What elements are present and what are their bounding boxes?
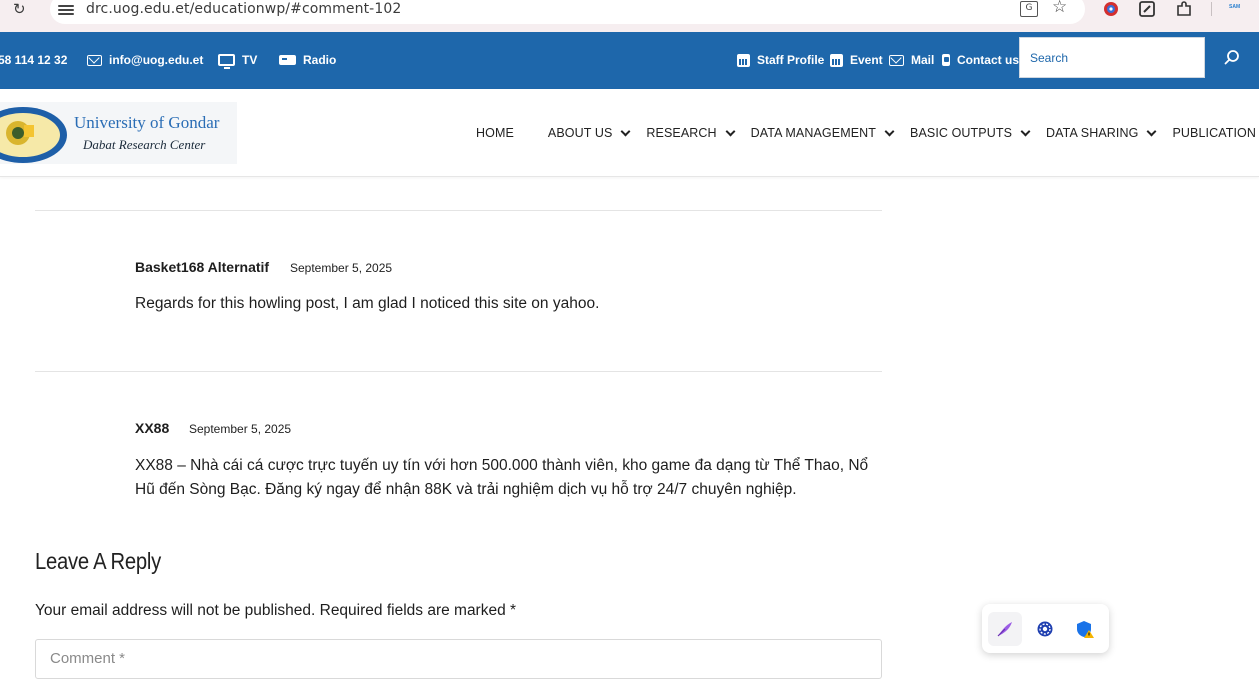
extension-bug-icon[interactable] [1102, 0, 1120, 18]
radio-label: Radio [303, 53, 337, 67]
radio-icon [279, 55, 296, 65]
comment-textarea[interactable] [36, 640, 881, 678]
extension-edit-icon[interactable] [1138, 0, 1156, 18]
comment-author[interactable]: XX88 [135, 420, 169, 436]
address-bar[interactable]: drc.uog.edu.et/educationwp/#comment-102 … [50, 0, 1085, 24]
staff-profile-link[interactable]: Staff Profile [737, 53, 824, 67]
comment-field[interactable] [35, 639, 882, 679]
nav-label: HOME [476, 126, 514, 140]
comment-date[interactable]: September 5, 2025 [189, 422, 291, 436]
top-info-bar: 58 114 12 32 info@uog.edu.et TV Radio St… [0, 32, 1259, 89]
chevron-down-icon [725, 126, 736, 136]
envelope-icon [889, 54, 904, 66]
main-navigation: HOME ABOUT US RESEARCH DATA MANAGEMENT B… [476, 126, 1259, 140]
reply-heading: Leave A Reply [35, 548, 161, 574]
nav-label: DATA MANAGEMENT [750, 126, 877, 140]
nav-label: ABOUT US [547, 126, 613, 140]
search-field[interactable] [1019, 37, 1205, 78]
nav-label: RESEARCH [646, 126, 717, 140]
extensions-puzzle-icon[interactable] [1175, 0, 1193, 18]
calendar-icon [830, 53, 843, 67]
staff-profile-label: Staff Profile [757, 53, 825, 67]
university-seal-icon [0, 107, 67, 163]
chevron-down-icon [884, 126, 895, 136]
comment-author[interactable]: Basket168 Alternatif [135, 259, 269, 275]
site-settings-icon[interactable] [58, 3, 74, 17]
phone-link[interactable]: 58 114 12 32 [0, 53, 67, 67]
search-input[interactable] [1020, 38, 1204, 77]
contact-label: Contact us [956, 53, 1019, 67]
nav-label: DATA SHARING [1046, 126, 1139, 140]
phone-number: 58 114 12 32 [0, 53, 68, 67]
calendar-icon [737, 53, 750, 67]
mail-label: Mail [911, 53, 935, 67]
chevron-down-icon [1147, 126, 1157, 136]
floating-toolbar [982, 604, 1109, 653]
reply-required-note: Your email address will not be published… [35, 602, 517, 619]
tv-label: TV [242, 53, 258, 67]
nav-item-research[interactable]: RESEARCH [646, 126, 736, 140]
mail-link[interactable]: Mail [889, 53, 934, 67]
nav-item-publication[interactable]: PUBLICATION [1172, 126, 1259, 140]
nav-label: BASIC OUTPUTS [910, 126, 1013, 140]
url-text[interactable]: drc.uog.edu.et/educationwp/#comment-102 [86, 1, 401, 17]
envelope-icon [87, 54, 102, 66]
translate-icon[interactable]: G [1020, 1, 1038, 17]
event-label: Event [850, 53, 883, 67]
nav-item-data-sharing[interactable]: DATA SHARING [1046, 126, 1157, 140]
search-icon [1224, 49, 1239, 64]
site-header: University of Gondar Dabat Research Cent… [0, 89, 1259, 177]
logo-subtitle: Dabat Research Center [83, 137, 206, 152]
nav-item-about[interactable]: ABOUT US [547, 126, 631, 140]
quill-button[interactable] [988, 612, 1022, 646]
bookmark-star-icon[interactable]: ☆ [1052, 0, 1067, 17]
toolbar-divider [1211, 2, 1212, 16]
settings-badge-icon [1037, 621, 1053, 637]
contact-link[interactable]: Contact us [942, 53, 1019, 67]
browser-toolbar: ↻ drc.uog.edu.et/educationwp/#comment-10… [0, 0, 1259, 32]
tv-icon [218, 54, 235, 69]
profile-badge-icon[interactable]: SAM [1229, 4, 1240, 10]
comment-text: Regards for this howling post, I am glad… [135, 295, 600, 312]
quill-icon [997, 622, 1012, 637]
logo-title: University of Gondar [74, 113, 220, 132]
nav-item-basic-outputs[interactable]: BASIC OUTPUTS [910, 126, 1031, 140]
comment-divider [35, 371, 882, 372]
nav-item-home[interactable]: HOME [476, 126, 514, 140]
site-logo[interactable]: University of Gondar Dabat Research Cent… [0, 102, 237, 164]
comment-date[interactable]: September 5, 2025 [290, 261, 392, 275]
search-button[interactable] [1205, 37, 1259, 78]
email-link[interactable]: info@uog.edu.et [87, 53, 203, 67]
tv-link[interactable]: TV [218, 53, 258, 69]
shield-warning-icon [1077, 621, 1094, 638]
nav-item-data-management[interactable]: DATA MANAGEMENT [750, 126, 895, 140]
email-label: info@uog.edu.et [109, 53, 204, 67]
comment-text: XX88 – Nhà cái cá cược trực tuyến uy tín… [135, 457, 869, 498]
reload-icon[interactable]: ↻ [13, 1, 33, 19]
contact-card-icon [942, 54, 950, 66]
event-link[interactable]: Event [830, 53, 883, 67]
comment-divider [35, 210, 882, 211]
chevron-down-icon [620, 126, 631, 136]
shield-warning-button[interactable] [1068, 612, 1102, 646]
settings-badge-button[interactable] [1028, 612, 1062, 646]
chevron-down-icon [1020, 126, 1031, 136]
radio-link[interactable]: Radio [279, 53, 336, 67]
nav-label: PUBLICATION [1172, 126, 1256, 140]
